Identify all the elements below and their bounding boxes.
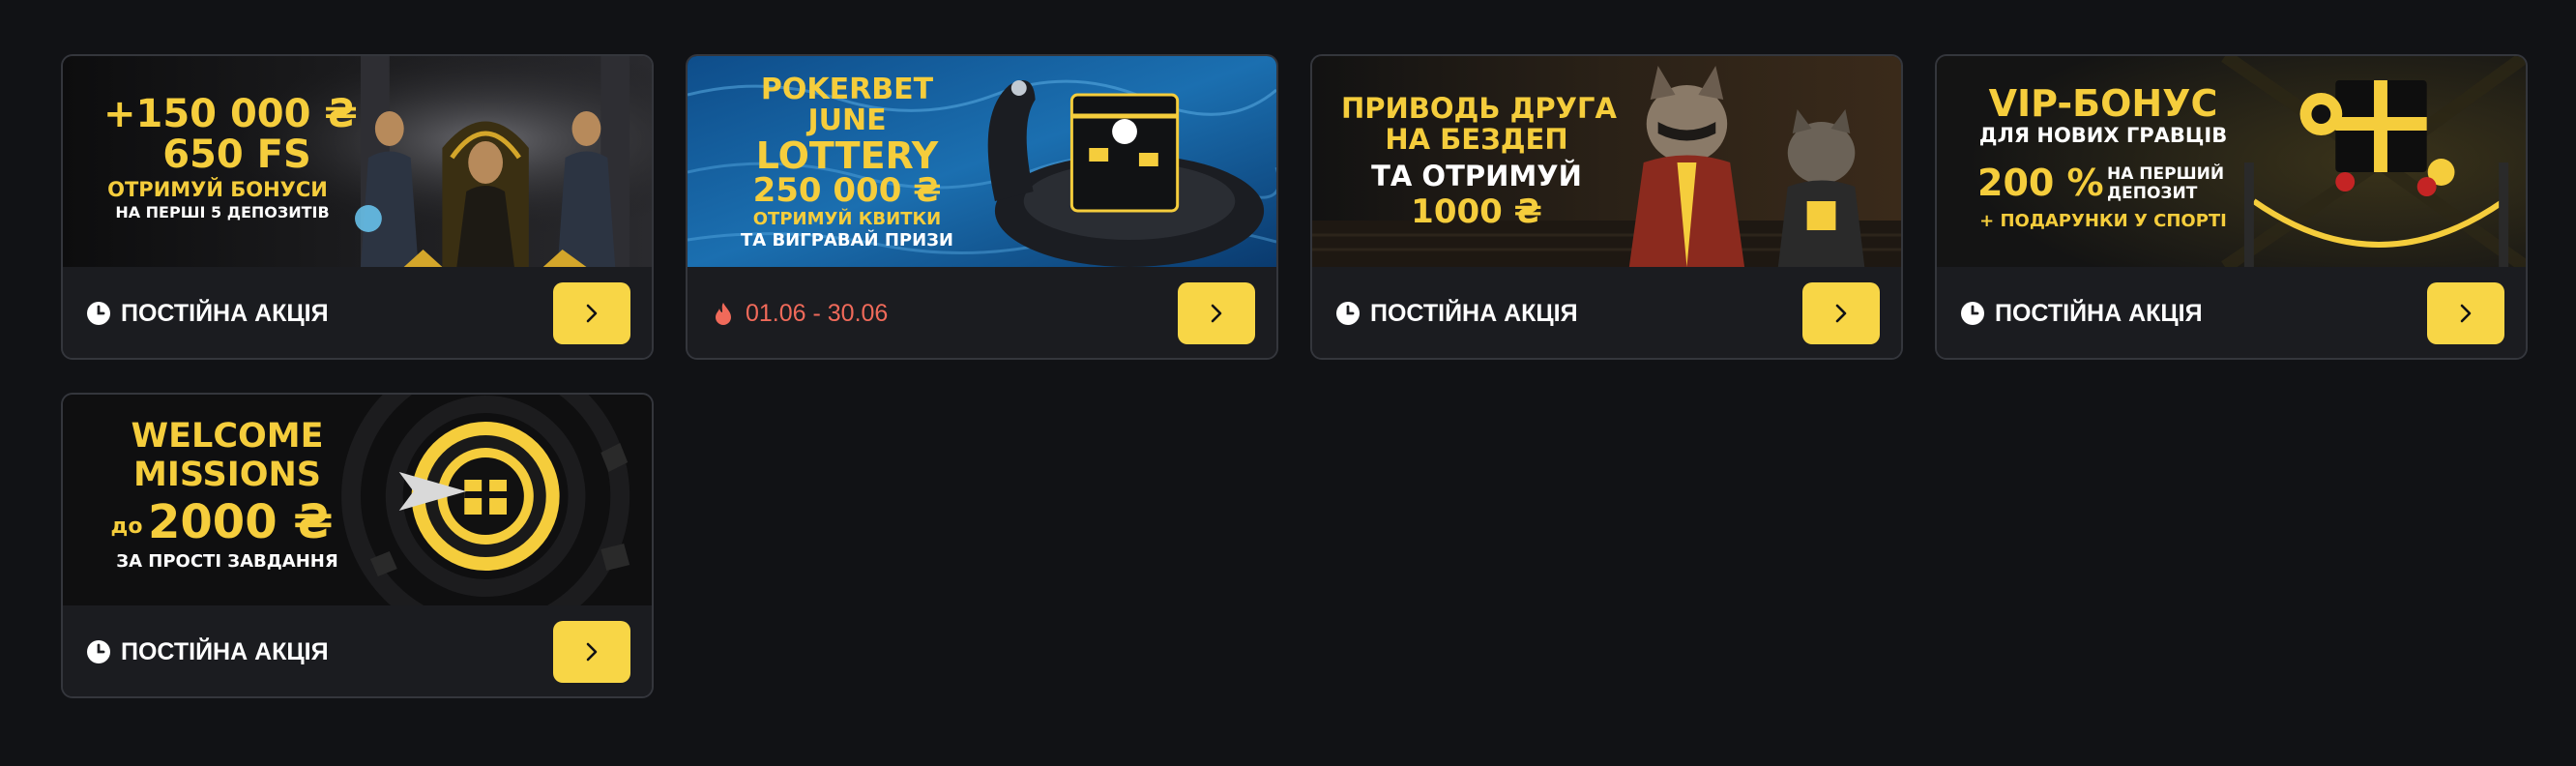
promo-card-refer-friend[interactable]: ПРИВОДЬ ДРУГА НА БЕЗДЕП ТА ОТРИМУЙ 1000 … [1310, 54, 1903, 360]
flame-icon [711, 301, 736, 326]
banner-headline: LOTTERY [755, 134, 939, 177]
open-promo-button[interactable] [1802, 282, 1880, 344]
open-promo-button[interactable] [1178, 282, 1255, 344]
open-promo-button[interactable] [553, 282, 630, 344]
promo-card-footer: ПОСТІЙНА АКЦІЯ [63, 267, 652, 358]
promo-status-label: ПОСТІЙНА АКЦІЯ [121, 299, 329, 327]
banner-amount: 250 000 ₴ [752, 171, 942, 210]
promo-card-footer: ПОСТІЙНА АКЦІЯ [1937, 267, 2526, 358]
banner-headline: НА БЕЗДЕП [1385, 123, 1568, 156]
promo-status: 01.06 - 30.06 [711, 300, 1178, 328]
chevron-right-icon [586, 304, 598, 323]
banner-text: НА ПЕРШІ 5 ДЕПОЗИТІВ [115, 203, 330, 221]
banner-headline: MISSIONS [133, 456, 321, 494]
clock-icon [86, 639, 111, 664]
promo-status: ПОСТІЙНА АКЦІЯ [86, 300, 553, 328]
promo-card-welcome-missions[interactable]: WELCOME MISSIONS до 2000 ₴ ЗА ПРОСТІ ЗАВ… [61, 393, 654, 698]
promo-card-footer: 01.06 - 30.06 [688, 267, 1276, 358]
banner-text: ТА ВИГРАВАЙ ПРИЗИ [740, 230, 953, 250]
promo-date-range: 01.06 - 30.06 [746, 299, 889, 327]
banner-amount: 2000 ₴ [148, 495, 334, 549]
promo-card-footer: ПОСТІЙНА АКЦІЯ [1312, 267, 1901, 358]
banner-text: ТА ОТРИМУЙ [1371, 160, 1582, 192]
chevron-right-icon [586, 642, 598, 662]
promo-status-label: ПОСТІЙНА АКЦІЯ [1370, 299, 1578, 327]
chevron-right-icon [1835, 304, 1847, 323]
banner-text: ОТРИМУЙ КВИТКИ [752, 209, 942, 229]
banner-text: ДЕПОЗИТ [2107, 184, 2198, 203]
promo-card-lottery[interactable]: POKERBET JUNE LOTTERY 250 000 ₴ ОТРИМУЙ … [686, 54, 1278, 360]
promo-banner-image[interactable]: POKERBET JUNE LOTTERY 250 000 ₴ ОТРИМУЙ … [688, 56, 1276, 267]
open-promo-button[interactable] [2427, 282, 2504, 344]
banner-subheadline: ДЛЯ НОВИХ ГРАВЦІВ [1978, 124, 2228, 147]
banner-text: ОТРИМУЙ БОНУСИ [107, 178, 328, 201]
clock-icon [86, 301, 111, 326]
banner-subheadline: 650 FS [162, 133, 311, 177]
banner-headline: +150 000 ₴ [103, 92, 358, 136]
promo-status-label: ПОСТІЙНА АКЦІЯ [1995, 299, 2203, 327]
promo-banner-image[interactable]: WELCOME MISSIONS до 2000 ₴ ЗА ПРОСТІ ЗАВ… [63, 395, 652, 605]
banner-amount: 1000 ₴ [1411, 192, 1542, 231]
banner-brand: POKERBET [760, 73, 934, 106]
clock-icon [1960, 301, 1985, 326]
promo-banner-image[interactable]: ПРИВОДЬ ДРУГА НА БЕЗДЕП ТА ОТРИМУЙ 1000 … [1312, 56, 1901, 267]
open-promo-button[interactable] [553, 621, 630, 683]
promotions-grid: +150 000 ₴ 650 FS ОТРИМУЙ БОНУСИ НА ПЕРШ… [61, 54, 2528, 698]
banner-headline: VIP-БОНУС [1988, 82, 2218, 125]
banner-percent: 200 % [1977, 162, 2104, 204]
promo-card-vip-bonus[interactable]: VIP-БОНУС ДЛЯ НОВИХ ГРАВЦІВ 200 % НА ПЕР… [1935, 54, 2528, 360]
promo-card-footer: ПОСТІЙНА АКЦІЯ [63, 605, 652, 696]
banner-month: JUNE [807, 103, 887, 137]
chevron-right-icon [2460, 304, 2472, 323]
banner-text: до [110, 515, 143, 539]
promo-banner-image[interactable]: VIP-БОНУС ДЛЯ НОВИХ ГРАВЦІВ 200 % НА ПЕР… [1937, 56, 2526, 267]
banner-text: ЗА ПРОСТІ ЗАВДАННЯ [116, 551, 338, 572]
chevron-right-icon [1211, 304, 1222, 323]
promo-card-deposit-bonus[interactable]: +150 000 ₴ 650 FS ОТРИМУЙ БОНУСИ НА ПЕРШ… [61, 54, 654, 360]
banner-text: + ПОДАРУНКИ У СПОРТІ [1979, 211, 2227, 231]
promo-status: ПОСТІЙНА АКЦІЯ [1335, 300, 1802, 328]
promo-status: ПОСТІЙНА АКЦІЯ [86, 638, 553, 666]
banner-text: НА ПЕРШИЙ [2107, 164, 2225, 184]
banner-headline: WELCOME [131, 417, 324, 456]
promo-banner-image[interactable]: +150 000 ₴ 650 FS ОТРИМУЙ БОНУСИ НА ПЕРШ… [63, 56, 652, 267]
clock-icon [1335, 301, 1361, 326]
banner-headline: ПРИВОДЬ ДРУГА [1341, 92, 1617, 125]
promo-status: ПОСТІЙНА АКЦІЯ [1960, 300, 2427, 328]
promo-status-label: ПОСТІЙНА АКЦІЯ [121, 637, 329, 665]
